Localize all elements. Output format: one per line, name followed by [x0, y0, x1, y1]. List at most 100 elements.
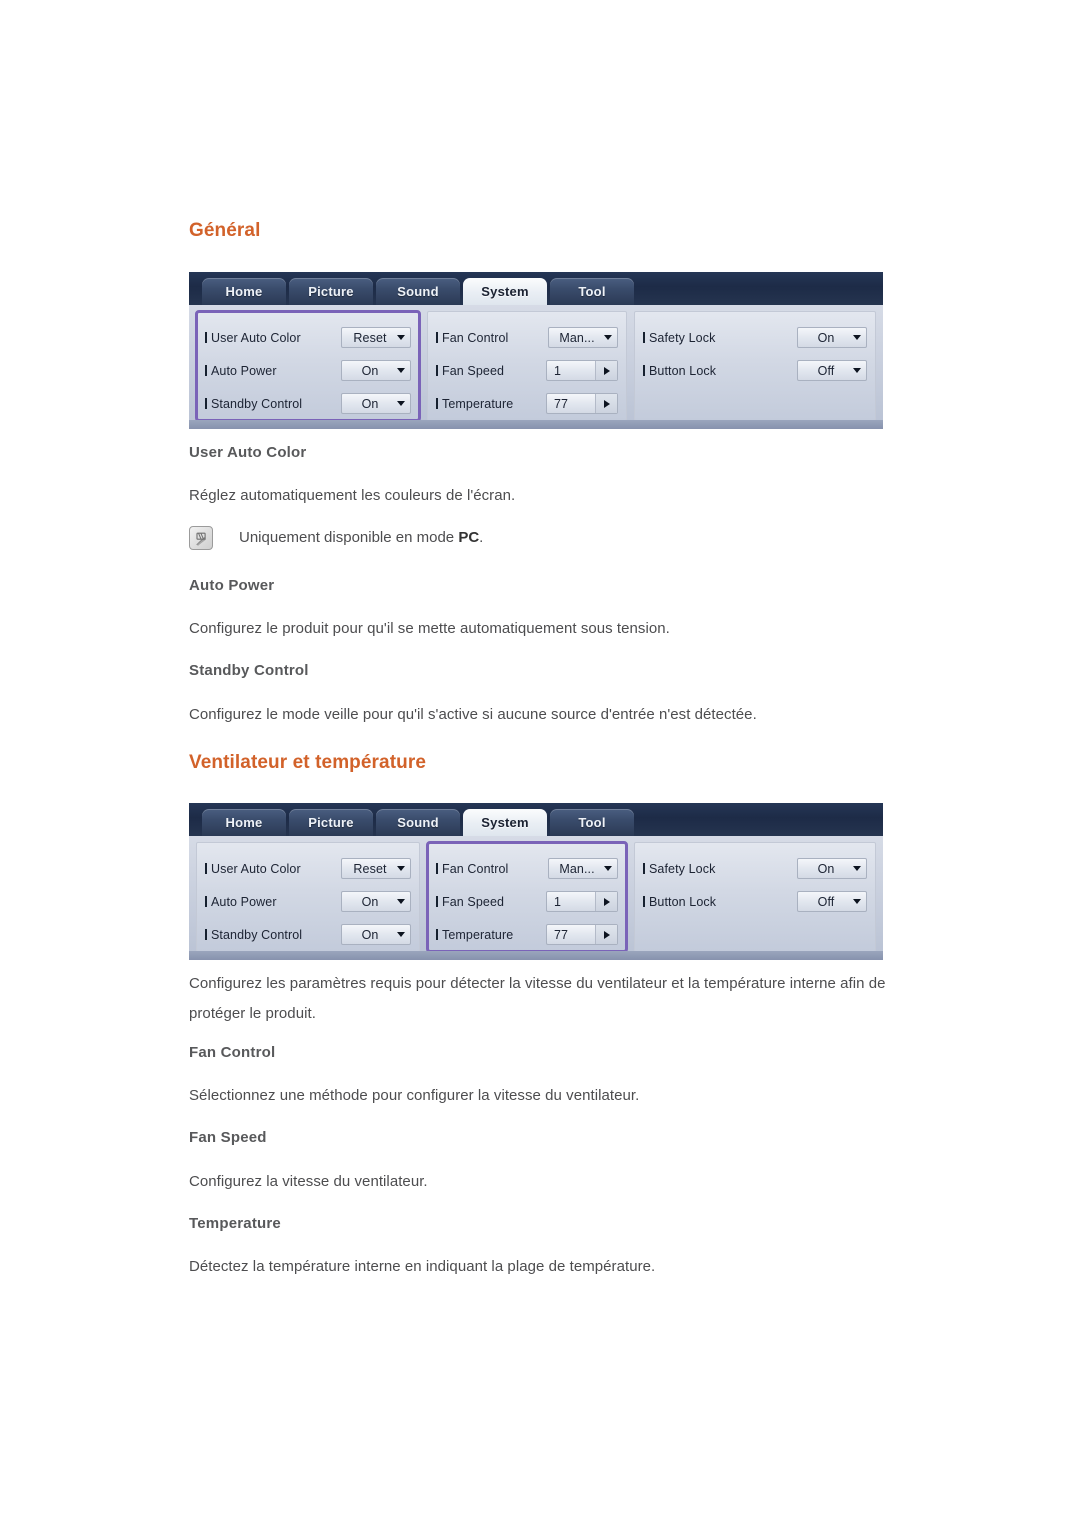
osd-row-standby-control[interactable]: Standby Control On	[205, 387, 411, 420]
osd-tab-home[interactable]: Home	[202, 809, 286, 836]
osd-row-button-lock[interactable]: Button Lock Off	[643, 354, 867, 387]
osd-value-temperature: 77	[554, 927, 569, 942]
osd-label-standby-control: Standby Control	[205, 397, 302, 411]
osd-tab-system[interactable]: System	[463, 809, 547, 836]
osd-label-button-lock: Button Lock	[643, 895, 716, 909]
osd-value-fan-control: Man...	[559, 861, 595, 876]
osd-label-standby-control: Standby Control	[205, 928, 302, 942]
osd-row-temperature[interactable]: Temperature 77	[436, 918, 618, 951]
osd-value-safety-lock: On	[817, 330, 835, 345]
section-heading-general: Général	[189, 220, 261, 241]
osd-tab-picture[interactable]: Picture	[289, 278, 373, 305]
osd-dropdown-safety-lock[interactable]: On	[797, 327, 867, 348]
chevron-down-icon	[604, 335, 612, 340]
chevron-right-icon	[603, 366, 610, 375]
osd-dropdown-auto-power[interactable]: On	[341, 891, 411, 912]
osd-row-user-auto-color[interactable]: User Auto Color Reset	[205, 321, 411, 354]
osd-tab-tool[interactable]: Tool	[550, 278, 634, 305]
osd-label-fan-control: Fan Control	[436, 862, 508, 876]
osd-tab-sound[interactable]: Sound	[376, 278, 460, 305]
osd-tab-home[interactable]: Home	[202, 278, 286, 305]
body-fan-intro-line2: protéger le produit.	[189, 1005, 316, 1022]
osd-value-standby-control: On	[361, 927, 379, 942]
osd-value-standby-control: On	[361, 396, 379, 411]
osd-dropdown-safety-lock[interactable]: On	[797, 858, 867, 879]
osd-value-user-auto-color: Reset	[353, 861, 387, 876]
osd-value-fan-speed: 1	[554, 894, 562, 909]
osd-tab-tool[interactable]: Tool	[550, 809, 634, 836]
chevron-down-icon	[397, 368, 405, 373]
osd-stepper-fan-speed[interactable]: 1	[546, 891, 618, 912]
osd-label-user-auto-color: User Auto Color	[205, 331, 301, 345]
chevron-down-icon	[853, 866, 861, 871]
osd-row-auto-power[interactable]: Auto Power On	[205, 354, 411, 387]
osd-row-temperature[interactable]: Temperature 77	[436, 387, 618, 420]
osd-row-fan-control[interactable]: Fan Control Man...	[436, 321, 618, 354]
osd-dropdown-fan-control[interactable]: Man...	[548, 327, 618, 348]
body-user-auto-color: Réglez automatiquement les couleurs de l…	[189, 487, 516, 504]
chevron-down-icon	[853, 335, 861, 340]
osd-column-lock-settings: Safety Lock On Button Lock Off	[634, 311, 876, 421]
osd-label-user-auto-color: User Auto Color	[205, 862, 301, 876]
body-fan-control: Sélectionnez une méthode pour configurer…	[189, 1087, 640, 1104]
osd-stepper-fan-speed[interactable]: 1	[546, 360, 618, 381]
osd-row-auto-power[interactable]: Auto Power On	[205, 885, 411, 918]
osd-tab-sound[interactable]: Sound	[376, 809, 460, 836]
osd-tab-system[interactable]: System	[463, 278, 547, 305]
osd-column-fan-settings: Fan Control Man... Fan Speed 1 Temperatu…	[427, 311, 627, 421]
note-text-bold: PC	[458, 529, 480, 546]
body-temperature: Détectez la température interne en indiq…	[189, 1258, 656, 1275]
chevron-down-icon	[853, 899, 861, 904]
note-pencil-icon	[189, 526, 213, 550]
body-fan-intro-line1: Configurez les paramètres requis pour dé…	[189, 975, 886, 992]
osd-stepper-increase-button[interactable]	[595, 892, 617, 911]
osd-dropdown-auto-power[interactable]: On	[341, 360, 411, 381]
subheading-standby-control: Standby Control	[189, 662, 309, 679]
osd-label-temperature: Temperature	[436, 397, 513, 411]
subheading-auto-power: Auto Power	[189, 577, 275, 594]
osd-row-button-lock[interactable]: Button Lock Off	[643, 885, 867, 918]
osd-value-button-lock: Off	[817, 894, 835, 909]
osd-value-temperature: 77	[554, 396, 569, 411]
osd-stepper-increase-button[interactable]	[595, 925, 617, 944]
osd-dropdown-user-auto-color[interactable]: Reset	[341, 858, 411, 879]
osd-value-fan-speed: 1	[554, 363, 562, 378]
osd-value-safety-lock: On	[817, 861, 835, 876]
osd-stepper-temperature[interactable]: 77	[546, 924, 618, 945]
osd-label-safety-lock: Safety Lock	[643, 331, 715, 345]
osd-value-auto-power: On	[361, 363, 379, 378]
osd-column-general-settings: User Auto Color Reset Auto Power On Stan…	[195, 310, 421, 422]
osd-tabbar: Home Picture Sound System Tool	[189, 803, 883, 836]
section-heading-fan-temperature: Ventilateur et température	[189, 752, 427, 773]
osd-body: User Auto Color Reset Auto Power On Stan…	[189, 305, 883, 429]
osd-column-fan-settings: Fan Control Man... Fan Speed 1 Temperatu…	[426, 841, 628, 953]
osd-stepper-temperature[interactable]: 77	[546, 393, 618, 414]
osd-row-user-auto-color[interactable]: User Auto Color Reset	[205, 852, 411, 885]
osd-stepper-increase-button[interactable]	[595, 394, 617, 413]
osd-label-safety-lock: Safety Lock	[643, 862, 715, 876]
osd-label-fan-speed: Fan Speed	[436, 364, 504, 378]
chevron-down-icon	[397, 932, 405, 937]
osd-dropdown-button-lock[interactable]: Off	[797, 891, 867, 912]
osd-row-safety-lock[interactable]: Safety Lock On	[643, 852, 867, 885]
osd-row-safety-lock[interactable]: Safety Lock On	[643, 321, 867, 354]
osd-row-fan-control[interactable]: Fan Control Man...	[436, 852, 618, 885]
osd-row-standby-control[interactable]: Standby Control On	[205, 918, 411, 951]
osd-dropdown-user-auto-color[interactable]: Reset	[341, 327, 411, 348]
osd-dropdown-fan-control[interactable]: Man...	[548, 858, 618, 879]
osd-tab-picture[interactable]: Picture	[289, 809, 373, 836]
osd-row-fan-speed[interactable]: Fan Speed 1	[436, 354, 618, 387]
subheading-user-auto-color: User Auto Color	[189, 444, 307, 461]
osd-row-fan-speed[interactable]: Fan Speed 1	[436, 885, 618, 918]
note-text-after: .	[479, 529, 484, 546]
chevron-right-icon	[603, 930, 610, 939]
chevron-right-icon	[603, 399, 610, 408]
osd-label-auto-power: Auto Power	[205, 364, 277, 378]
osd-footer-bar	[189, 420, 883, 429]
osd-stepper-increase-button[interactable]	[595, 361, 617, 380]
osd-dropdown-standby-control[interactable]: On	[341, 393, 411, 414]
osd-footer-bar	[189, 951, 883, 960]
osd-label-button-lock: Button Lock	[643, 364, 716, 378]
osd-dropdown-button-lock[interactable]: Off	[797, 360, 867, 381]
osd-dropdown-standby-control[interactable]: On	[341, 924, 411, 945]
